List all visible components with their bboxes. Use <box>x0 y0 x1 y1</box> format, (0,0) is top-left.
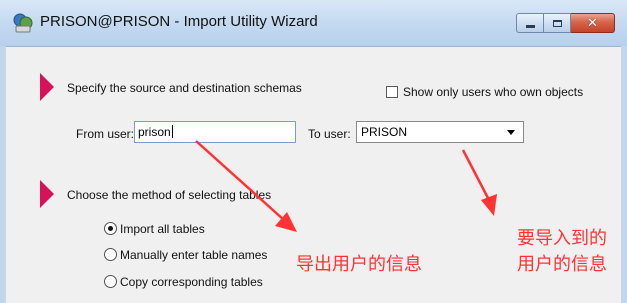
app-icon <box>13 13 33 33</box>
from-user-value: prison <box>138 125 171 139</box>
window-frame-right <box>621 46 627 303</box>
window-title: PRISON@PRISON - Import Utility Wizard <box>40 13 318 30</box>
show-only-owners-label[interactable]: Show only users who own objects <box>403 85 583 99</box>
to-user-label: To user: <box>308 127 351 141</box>
show-only-owners-checkbox[interactable] <box>386 86 398 98</box>
option-copy-corresponding-tables-label[interactable]: Copy corresponding tables <box>120 275 263 289</box>
close-button[interactable]: ✕ <box>571 13 615 33</box>
step1-heading: Specify the source and destination schem… <box>67 81 302 95</box>
radio-import-all-tables[interactable] <box>104 222 117 235</box>
minimize-icon <box>525 24 535 28</box>
title-bar[interactable]: PRISON@PRISON - Import Utility Wizard ✕ <box>0 0 627 47</box>
dropdown-arrow-icon[interactable] <box>507 130 515 135</box>
maximize-button[interactable] <box>544 13 571 33</box>
import-wizard-window: PRISON@PRISON - Import Utility Wizard ✕ … <box>0 0 627 303</box>
export-user-annotation: 导出用户的信息 <box>296 254 422 275</box>
from-user-label: From user: <box>76 127 135 141</box>
radio-selected-dot <box>108 226 113 231</box>
caption-buttons: ✕ <box>516 13 615 34</box>
close-icon: ✕ <box>587 15 598 31</box>
step2-heading: Choose the method of selecting tables <box>67 188 272 202</box>
import-target-annotation-line1: 要导入到的 <box>517 228 607 249</box>
text-caret <box>171 125 173 138</box>
maximize-icon <box>552 19 562 27</box>
radio-copy-corresponding-tables[interactable] <box>104 275 117 288</box>
to-user-value: PRISON <box>361 125 408 139</box>
step-marker-icon <box>40 180 54 208</box>
minimize-button[interactable] <box>516 13 544 33</box>
option-import-all-tables-label[interactable]: Import all tables <box>120 222 205 236</box>
to-user-dropdown[interactable]: PRISON <box>356 121 524 143</box>
step-marker-icon <box>40 73 54 101</box>
from-user-input[interactable]: prison <box>134 121 296 143</box>
import-target-annotation-line2: 用户的信息 <box>517 254 607 275</box>
radio-manually-enter-table-names[interactable] <box>104 248 117 261</box>
option-manually-enter-table-names-label[interactable]: Manually enter table names <box>120 248 267 262</box>
